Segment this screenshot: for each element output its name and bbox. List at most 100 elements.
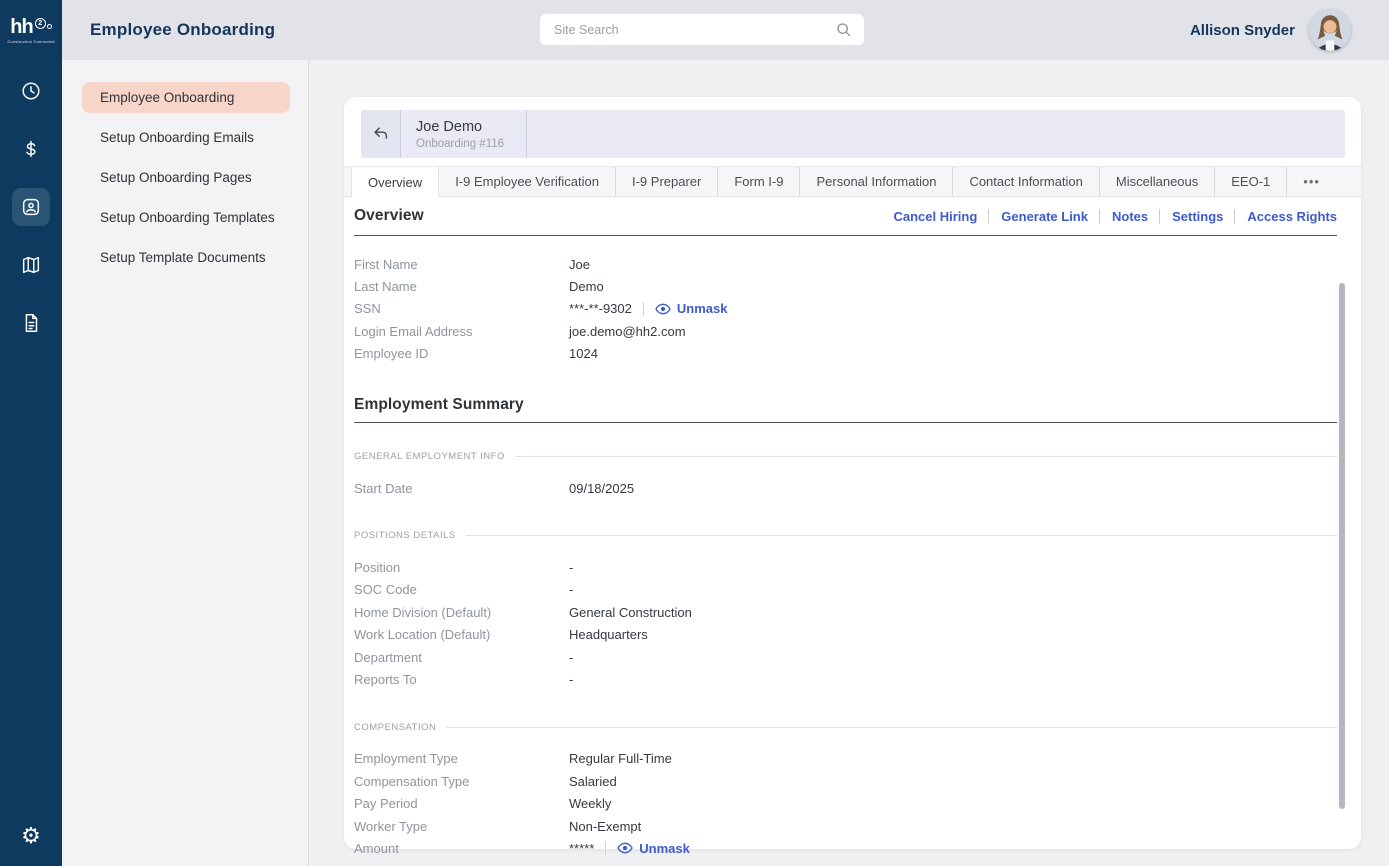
page-title: Employee Onboarding	[90, 20, 276, 39]
group-positions-details: POSITIONS DETAILS Position - SOC Code - …	[354, 530, 1337, 690]
field-value: -	[569, 649, 574, 665]
cancel-hiring-link[interactable]: Cancel Hiring	[893, 209, 977, 224]
user-name: Allison Snyder	[1189, 21, 1295, 39]
field-row-first-name: First Name Joe	[354, 253, 1337, 275]
group-head: COMPENSATION	[354, 722, 1337, 733]
sidebar-item-label: Setup Onboarding Emails	[100, 130, 254, 145]
sidebar-item-label: Setup Onboarding Templates	[100, 210, 275, 225]
rail-nav	[12, 72, 50, 818]
field-value: Regular Full-Time	[569, 751, 672, 767]
main-area: Joe Demo Onboarding #116 Overview I-9 Em…	[310, 60, 1389, 866]
amount-unmask-button[interactable]: Unmask	[617, 840, 690, 856]
field-value: Joe	[569, 256, 590, 272]
tab-overview[interactable]: Overview	[351, 167, 440, 197]
field-value: -	[569, 560, 574, 576]
ssn-unmask-button[interactable]: Unmask	[655, 301, 728, 317]
overview-actions: Cancel Hiring Generate Link Notes Settin…	[893, 208, 1337, 224]
field-value: Weekly	[569, 796, 612, 812]
search-input[interactable]	[552, 21, 835, 38]
logo-tagline: Construction Connected	[7, 38, 55, 44]
notes-link[interactable]: Notes	[1098, 208, 1148, 224]
hh2-logo[interactable]: hh 2 Construction Connected	[0, 0, 62, 60]
field-label: SSN	[354, 301, 381, 317]
tab-personal-information[interactable]: Personal Information	[799, 167, 952, 196]
overview-divider	[354, 235, 1337, 236]
icon-rail: hh 2 Construction Connected ⚙	[0, 0, 62, 866]
group-general-employment-info: GENERAL EMPLOYMENT INFO Start Date 09/18…	[354, 451, 1337, 499]
document-icon[interactable]	[12, 304, 50, 342]
clock-icon[interactable]	[12, 72, 50, 110]
field-value: ***-**-9302 Unmask	[569, 301, 727, 317]
field-label: Work Location (Default)	[354, 627, 491, 643]
tab-i9-preparer[interactable]: I-9 Preparer	[614, 167, 717, 196]
avatar[interactable]	[1309, 9, 1351, 51]
eye-icon	[617, 843, 634, 854]
field-row-home-division: Home Division (Default) General Construc…	[354, 601, 1337, 623]
tab-more[interactable]: •••	[1286, 167, 1336, 196]
field-label: Home Division (Default)	[354, 604, 492, 620]
gear-icon[interactable]: ⚙	[12, 818, 50, 856]
group-compensation: COMPENSATION Employment Type Regular Ful…	[354, 722, 1337, 860]
overview-fields: First Name Joe Last Name Demo SSN ***-**…	[354, 253, 1337, 365]
user-menu[interactable]: Allison Snyder	[1190, 9, 1389, 51]
dollar-icon[interactable]	[12, 130, 50, 168]
back-button[interactable]	[361, 110, 401, 158]
sidebar-item-setup-onboarding-emails[interactable]: Setup Onboarding Emails	[82, 122, 290, 153]
top-bar: Employee Onboarding Allison Snyder	[62, 0, 1389, 60]
sidebar-item-employee-onboarding[interactable]: Employee Onboarding	[82, 82, 290, 113]
record-tabs: Overview I-9 Employee Verification I-9 P…	[344, 166, 1361, 197]
module-sidebar: Employee Onboarding Setup Onboarding Ema…	[62, 60, 309, 866]
field-row-department: Department -	[354, 646, 1337, 668]
field-label: Reports To	[354, 671, 417, 687]
field-value: ***** Unmask	[569, 840, 690, 856]
field-label: Position	[354, 560, 401, 576]
tab-eeo-1[interactable]: EEO-1	[1214, 167, 1286, 196]
field-row-worker-type: Worker Type Non-Exempt	[354, 815, 1337, 837]
field-value: 1024	[569, 346, 598, 362]
settings-link[interactable]: Settings	[1159, 208, 1223, 224]
field-label: Last Name	[354, 279, 417, 295]
record-content: Overview Cancel Hiring Generate Link Not…	[354, 197, 1337, 860]
field-label: Worker Type	[354, 818, 428, 834]
group-line	[514, 455, 1337, 457]
field-row-pay-period: Pay Period Weekly	[354, 792, 1337, 814]
sidebar-item-setup-template-documents[interactable]: Setup Template Documents	[82, 242, 290, 273]
generate-link-link[interactable]: Generate Link	[988, 208, 1088, 224]
unmask-label: Unmask	[676, 301, 728, 317]
search-icon[interactable]	[835, 21, 852, 38]
record-header: Joe Demo Onboarding #116	[361, 110, 1345, 158]
field-row-position: Position -	[354, 556, 1337, 578]
tab-miscellaneous[interactable]: Miscellaneous	[1098, 167, 1214, 196]
field-row-login-email: Login Email Address joe.demo@hh2.com	[354, 320, 1337, 342]
sidebar-item-label: Employee Onboarding	[100, 90, 235, 105]
overview-heading: Overview	[354, 207, 424, 224]
sidebar-item-setup-onboarding-templates[interactable]: Setup Onboarding Templates	[82, 202, 290, 233]
amount-masked-value: *****	[569, 840, 595, 856]
group-title: COMPENSATION	[354, 721, 437, 733]
sidebar-item-setup-onboarding-pages[interactable]: Setup Onboarding Pages	[82, 162, 290, 193]
employment-heading: Employment Summary	[354, 395, 524, 413]
unmask-label: Unmask	[639, 840, 690, 856]
tab-contact-information[interactable]: Contact Information	[952, 167, 1098, 196]
field-label: Pay Period	[354, 796, 418, 812]
field-row-compensation-type: Compensation Type Salaried	[354, 770, 1337, 792]
employment-section-head: Employment Summary	[354, 388, 1337, 422]
field-label: Employee ID	[354, 346, 429, 362]
group-head: GENERAL EMPLOYMENT INFO	[354, 451, 1337, 462]
access-rights-link[interactable]: Access Rights	[1234, 208, 1337, 224]
field-label: Login Email Address	[354, 323, 473, 339]
tab-i9-employee-verification[interactable]: I-9 Employee Verification	[439, 167, 615, 196]
vertical-scrollbar[interactable]	[1339, 283, 1345, 809]
field-label: First Name	[354, 256, 418, 272]
field-label: Department	[354, 649, 422, 665]
field-value: General Construction	[569, 604, 692, 620]
tab-form-i9[interactable]: Form I-9	[717, 167, 799, 196]
field-row-reports-to: Reports To -	[354, 668, 1337, 690]
field-label: Employment Type	[354, 751, 458, 767]
field-value: Non-Exempt	[569, 818, 642, 834]
record-name: Joe Demo	[416, 118, 483, 135]
map-icon[interactable]	[12, 246, 50, 284]
group-title: GENERAL EMPLOYMENT INFO	[354, 450, 505, 462]
employee-badge-icon[interactable]	[12, 188, 50, 226]
field-row-work-location: Work Location (Default) Headquarters	[354, 624, 1337, 646]
